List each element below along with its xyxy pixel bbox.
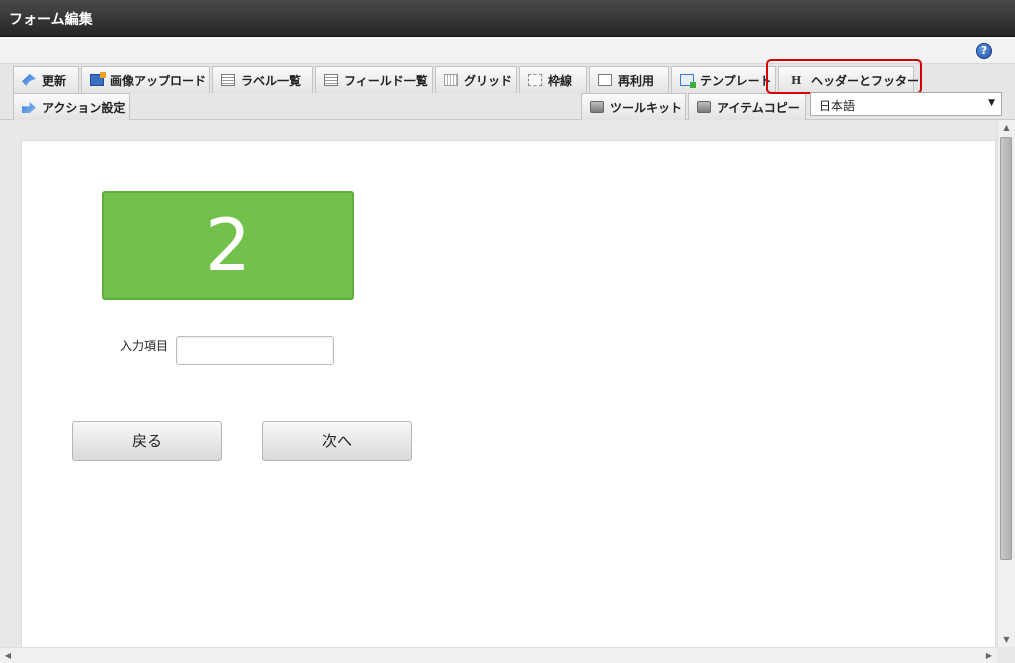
document-icon xyxy=(598,74,612,86)
chevron-down-icon: ▼ xyxy=(988,98,995,108)
item-copy-button[interactable]: アイテムコピー xyxy=(688,93,806,120)
template-label: テンプレート xyxy=(700,73,772,88)
scroll-thumb[interactable] xyxy=(1000,137,1012,560)
window-title: フォーム編集 xyxy=(9,12,93,28)
toolkit-label: ツールキット xyxy=(610,100,683,115)
update-button[interactable]: 更新 xyxy=(13,66,79,93)
action-icon xyxy=(22,102,36,113)
scroll-right-icon[interactable]: ▶ xyxy=(981,648,997,663)
image-upload-icon xyxy=(90,72,106,86)
field-list-label: フィールド一覧 xyxy=(344,73,428,88)
grid-label: グリッド xyxy=(464,73,513,88)
action-settings-button[interactable]: アクション設定 xyxy=(13,93,130,120)
frame-line-label: 枠線 xyxy=(548,73,573,88)
item-copy-label: アイテムコピー xyxy=(717,100,800,115)
label-list-button[interactable]: ラベル一覧 xyxy=(212,66,313,93)
language-value: 日本語 xyxy=(819,99,856,113)
toolbox-icon xyxy=(697,101,711,113)
toolkit-button[interactable]: ツールキット xyxy=(581,93,686,120)
language-select[interactable]: 日本語 ▼ xyxy=(810,92,1002,116)
list-icon xyxy=(324,74,338,86)
form-page: 2 入力項目 戻る 次へ xyxy=(21,140,996,648)
toolbox-icon xyxy=(590,101,604,113)
vertical-scrollbar[interactable]: ▲ ▼ xyxy=(997,120,1015,648)
image-upload-button[interactable]: 画像アップロード xyxy=(81,66,210,93)
template-button[interactable]: テンプレート xyxy=(671,66,776,93)
frame-line-button[interactable]: 枠線 xyxy=(519,66,587,93)
action-settings-label: アクション設定 xyxy=(42,100,126,115)
next-button[interactable]: 次へ xyxy=(262,421,412,461)
canvas-area: 2 入力項目 戻る 次へ xyxy=(0,120,1015,663)
list-icon xyxy=(221,74,235,86)
template-icon xyxy=(680,74,696,88)
frame-icon xyxy=(528,74,542,86)
help-icon[interactable]: ? xyxy=(976,43,992,59)
title-bar: フォーム編集 xyxy=(0,0,1015,37)
back-button[interactable]: 戻る xyxy=(72,421,222,461)
reuse-label: 再利用 xyxy=(618,73,655,88)
horizontal-scrollbar[interactable]: ◀ ▶ xyxy=(0,647,997,663)
field-list-button[interactable]: フィールド一覧 xyxy=(315,66,433,93)
reuse-button[interactable]: 再利用 xyxy=(589,66,669,93)
scroll-left-icon[interactable]: ◀ xyxy=(0,648,16,663)
grid-icon xyxy=(444,74,458,86)
input-field[interactable] xyxy=(176,336,334,365)
label-list-label: ラベル一覧 xyxy=(241,73,302,88)
update-icon xyxy=(22,74,36,86)
field-label: 入力項目 xyxy=(120,339,169,353)
grid-button[interactable]: グリッド xyxy=(435,66,517,93)
highlight-frame xyxy=(766,59,922,94)
image-upload-label: 画像アップロード xyxy=(110,73,207,88)
scroll-corner xyxy=(997,647,1015,663)
scroll-down-icon[interactable]: ▼ xyxy=(998,632,1015,648)
scroll-up-icon[interactable]: ▲ xyxy=(998,120,1015,136)
step-indicator: 2 xyxy=(102,191,354,300)
update-label: 更新 xyxy=(42,73,67,88)
